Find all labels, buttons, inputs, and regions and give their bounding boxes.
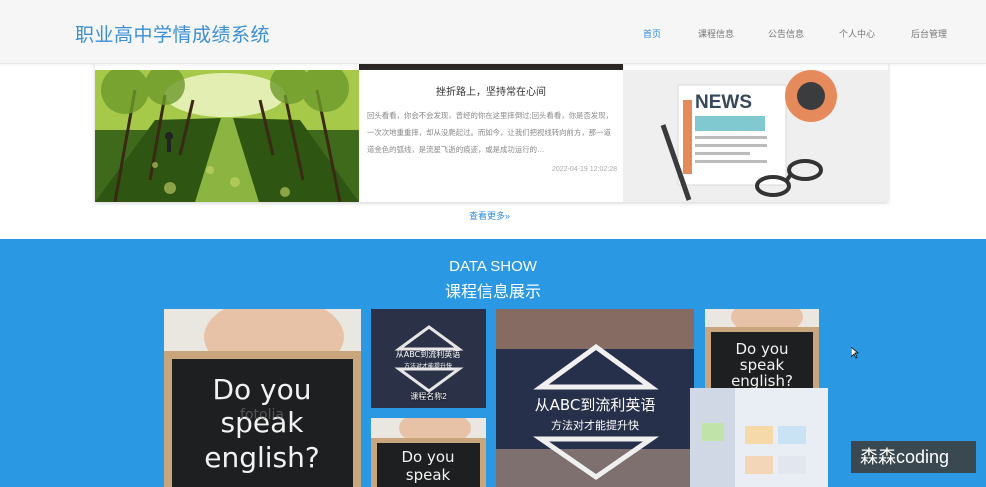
- news-strip: 挫折路上，坚持常在心间 回头看看，你会不会发现，曾经的你在这里摔倒过;回头看看，…: [95, 62, 888, 202]
- right-board-line-3: english?: [731, 372, 793, 389]
- nav-home[interactable]: 首页: [643, 27, 661, 40]
- nav-personal-center[interactable]: 个人中心: [839, 27, 875, 40]
- news-badge-text: NEWS: [695, 92, 752, 113]
- nav-courses[interactable]: 课程信息: [698, 27, 734, 40]
- nav-notices[interactable]: 公告信息: [768, 27, 804, 40]
- news-illustration[interactable]: NEWS: [623, 70, 888, 202]
- video-watermark: 森森coding: [851, 441, 976, 473]
- blurred-overlay: [690, 388, 828, 487]
- nav-admin[interactable]: 后台管理: [911, 27, 947, 40]
- small-board-line-2: speak: [406, 466, 451, 484]
- board-watermark: fotolia: [240, 407, 284, 423]
- top-header: 职业高中学情成绩系统 首页 课程信息 公告信息 个人中心 后台管理: [0, 0, 986, 64]
- news-timestamp: 2022-04-19 12:02:28: [552, 166, 617, 173]
- news-article[interactable]: 挫折路上，坚持常在心间 回头看看，你会不会发现，曾经的你在这里摔倒过;回头看看，…: [359, 70, 623, 202]
- small-board-line-1: Do you: [401, 448, 454, 466]
- course-card-4[interactable]: 从ABC到流利英语 方法对才能提升快: [496, 309, 694, 487]
- board-line-1: Do you: [212, 373, 311, 406]
- big-poster-title: 从ABC到流利英语: [535, 396, 656, 414]
- poster-subtitle: 方法对才能提升快: [404, 362, 452, 370]
- poster-title: 从ABC到流利英语: [396, 349, 460, 359]
- board-line-3: english?: [204, 441, 320, 474]
- news-title[interactable]: 挫折路上，坚持常在心间: [359, 83, 623, 98]
- view-more-link[interactable]: 查看更多»: [469, 209, 510, 222]
- big-poster-subtitle: 方法对才能提升快: [551, 418, 639, 432]
- mouse-pointer-icon: [851, 347, 859, 359]
- data-show-title: DATA SHOW: [449, 258, 537, 275]
- view-more-label: 查看更多: [469, 211, 506, 221]
- course-card-5[interactable]: Do you speak english?: [705, 309, 819, 389]
- double-chevron-right-icon: »: [505, 211, 511, 221]
- course-card-caption: 课程名称2: [410, 392, 447, 401]
- course-card-2[interactable]: 从ABC到流利英语 方法对才能提升快 课程名称2: [371, 309, 486, 408]
- site-logo[interactable]: 职业高中学情成绩系统: [75, 20, 270, 47]
- data-show-subtitle: 课程信息展示: [444, 284, 541, 301]
- avenue-photo[interactable]: [95, 70, 359, 202]
- course-card-3[interactable]: Do you speak: [371, 418, 486, 487]
- course-card-1[interactable]: Do you speak english? fotolia: [164, 309, 361, 487]
- news-excerpt: 回头看看，你会不会发现，曾经的你在这里摔倒过;回头看看，你是否发现，一次次地重重…: [367, 111, 613, 154]
- data-show-section: [0, 239, 986, 487]
